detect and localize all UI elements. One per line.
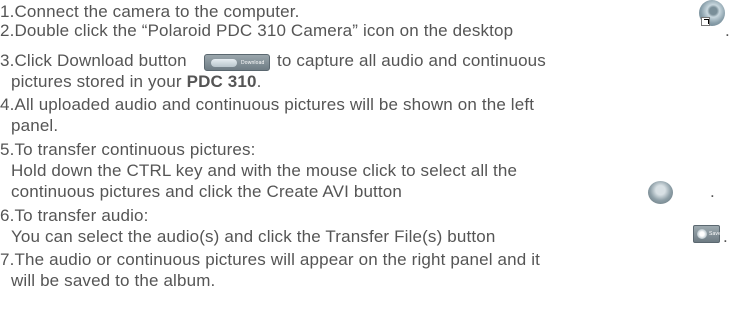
transfer-file-button[interactable]: Save [693,225,721,243]
step-5-line2: Hold down the CTRL key and with the mous… [11,161,517,181]
step-5-period: . [710,182,715,202]
step-6-period: . [723,227,728,247]
step-text: Hold down the CTRL key and with the mous… [11,161,518,180]
instructions-page: 1.Connect the camera to the computer. 2.… [0,0,735,317]
step-text: will be saved to the album. [11,271,216,290]
step-number: 3. [0,51,15,70]
step-text-end: . [723,227,728,246]
step-text: Connect the camera to the computer. [14,2,300,21]
create-avi-icon[interactable] [648,181,673,204]
shortcut-arrow-icon [701,17,710,26]
step-number: 6. [0,206,15,225]
step-3-continued: to capture all audio and continuous [277,51,546,71]
step-1: 1.Connect the camera to the computer. [0,2,299,22]
step-text: Click Download button [14,51,187,70]
transfer-file-icon [697,229,707,239]
step-number: 5. [0,140,15,159]
step-text: to capture all audio and continuous [277,51,546,70]
step-text: All uploaded audio and continuous pictur… [14,95,535,114]
step-7-line2: will be saved to the album. [11,271,215,291]
step-text: To transfer audio: [14,206,149,225]
download-button[interactable]: Download [204,54,270,71]
step-3: 3.Click Download button [0,51,187,71]
step-text: To transfer continuous pictures: [14,140,256,159]
step-6: 6.To transfer audio: [0,206,149,226]
step-number: 1. [0,2,15,21]
download-button-label: Download [241,60,265,66]
product-name: PDC 310 [186,72,257,91]
step-text: The audio or continuous pictures will ap… [14,250,541,269]
step-text: pictures stored in your [11,72,182,91]
step-5-line3: continuous pictures and click the Create… [11,182,402,202]
step-2-period: . [725,21,730,41]
step-2: 2.Double click the “Polaroid PDC 310 Cam… [0,21,513,41]
step-number: 7. [0,250,15,269]
step-4-line2: panel. [11,116,58,136]
download-button-icon [211,59,237,67]
step-text: You can select the audio(s) and click th… [11,227,496,246]
step-text: panel. [11,116,59,135]
step-text: continuous pictures and click the Create… [11,182,403,201]
step-number: 2. [0,21,15,40]
step-4: 4.All uploaded audio and continuous pict… [0,95,534,115]
step-7: 7.The audio or continuous pictures will … [0,250,540,270]
step-text-end: . [710,182,715,201]
step-text-end: . [256,72,262,91]
step-5: 5.To transfer continuous pictures: [0,140,256,160]
step-3-line2: pictures stored in your PDC 310. [11,72,261,92]
transfer-button-label: Save [709,231,721,237]
step-text: Double click the “Polaroid PDC 310 Camer… [14,21,514,40]
step-6-line2: You can select the audio(s) and click th… [11,227,495,247]
step-text-end: . [725,21,730,40]
step-number: 4. [0,95,15,114]
